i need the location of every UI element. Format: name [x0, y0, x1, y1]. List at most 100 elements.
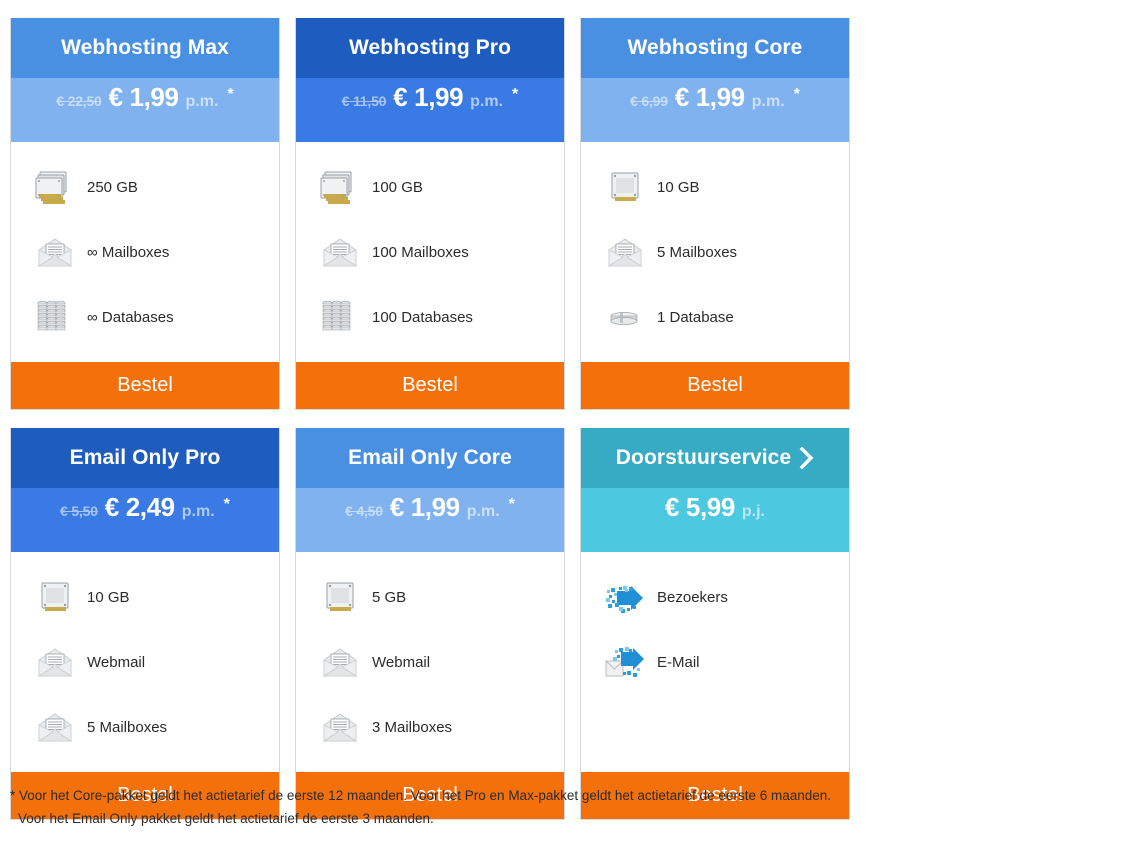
- card-title: Webhosting Pro: [348, 36, 511, 59]
- database-single-icon: [599, 306, 651, 330]
- feature-row: 5 Mailboxes: [581, 220, 849, 285]
- card-header: Email Only Pro: [11, 428, 279, 488]
- pricing-card: Webhosting Pro € 11,50 € 1,99 p.m. * 100…: [295, 18, 565, 410]
- envelope-icon: [29, 236, 81, 270]
- feature-label: Webmail: [87, 654, 146, 671]
- envelope-icon: [314, 236, 366, 270]
- card-header: Webhosting Pro: [296, 18, 564, 78]
- price-asterisk: *: [512, 86, 519, 103]
- card-price-band: € 11,50 € 1,99 p.m. *: [296, 78, 564, 142]
- feature-row: Bezoekers: [581, 565, 849, 630]
- card-title: Webhosting Max: [61, 36, 229, 59]
- pricing-page: Webhosting Max € 22,50 € 1,99 p.m. * 250…: [0, 0, 1146, 844]
- card-header: Webhosting Max: [11, 18, 279, 78]
- disk-single-icon: [314, 578, 366, 618]
- feature-row: 100 Databases: [296, 285, 564, 350]
- old-price: € 6,99: [630, 93, 668, 109]
- current-price: € 1,99: [674, 82, 745, 112]
- card-header: Doorstuurservice: [581, 428, 849, 488]
- feature-label: 250 GB: [87, 179, 138, 196]
- footnote-line-2: Voor het Email Only pakket geldt het act…: [18, 810, 434, 826]
- feature-row: 10 GB: [11, 565, 279, 630]
- feature-label: 3 Mailboxes: [372, 719, 453, 736]
- chevron-right-icon[interactable]: [799, 447, 814, 469]
- pricing-card-grid: Webhosting Max € 22,50 € 1,99 p.m. * 250…: [10, 18, 1136, 838]
- feature-row: 100 GB: [296, 155, 564, 220]
- card-title: Email Only Pro: [69, 446, 221, 469]
- envelope-icon: [29, 711, 81, 745]
- feature-label: Webmail: [372, 654, 431, 671]
- disk-stack-icon: [314, 168, 366, 208]
- order-button[interactable]: Bestel: [581, 362, 849, 409]
- feature-row: 250 GB: [11, 155, 279, 220]
- feature-row: 1 Database: [581, 285, 849, 350]
- feature-list: 10 GB Webmail 5 Mailboxes: [11, 552, 279, 772]
- card-title: Email Only Core: [348, 446, 512, 469]
- old-price: € 11,50: [341, 93, 387, 109]
- disk-single-icon: [599, 168, 651, 208]
- feature-row: ∞ Databases: [11, 285, 279, 350]
- feature-row: E-Mail: [581, 630, 849, 695]
- feature-label: Bezoekers: [657, 589, 728, 606]
- feature-row: ∞ Mailboxes: [11, 220, 279, 285]
- pricing-card: Doorstuurservice € 5,99 p.j. Bezoekers E…: [580, 428, 850, 820]
- feature-list: 100 GB 100 Mailboxes 100 Databases: [296, 142, 564, 362]
- price-period: p.m.: [470, 93, 504, 110]
- mail-forward-icon: [599, 646, 651, 680]
- card-price-band: € 5,99 p.j.: [581, 488, 849, 552]
- feature-label: 5 GB: [372, 589, 407, 606]
- feature-label: 10 GB: [87, 589, 130, 606]
- disk-stack-icon: [29, 168, 81, 208]
- feature-list: Bezoekers E-Mail: [581, 552, 849, 772]
- current-price: € 1,99: [393, 82, 464, 112]
- old-price: € 22,50: [56, 93, 102, 109]
- price-period: p.m.: [466, 503, 500, 520]
- feature-label: ∞ Databases: [87, 309, 174, 326]
- price-period: p.m.: [181, 503, 215, 520]
- feature-row: Webmail: [296, 630, 564, 695]
- database-stack-icon: [29, 298, 81, 338]
- envelope-icon: [599, 236, 651, 270]
- database-stack-icon: [314, 298, 366, 338]
- feature-label: 5 Mailboxes: [657, 244, 738, 261]
- card-header: Email Only Core: [296, 428, 564, 488]
- footnote-line-1: * Voor het Core-pakket geldt het actieta…: [10, 787, 832, 803]
- feature-list: 250 GB ∞ Mailboxes ∞ Databases: [11, 142, 279, 362]
- footnote: * Voor het Core-pakket geldt het actieta…: [10, 784, 831, 830]
- price-asterisk: *: [508, 496, 515, 513]
- card-price-band: € 6,99 € 1,99 p.m. *: [581, 78, 849, 142]
- order-button[interactable]: Bestel: [11, 362, 279, 409]
- envelope-icon: [29, 646, 81, 680]
- feature-label: E-Mail: [657, 654, 700, 671]
- current-price: € 1,99: [389, 492, 460, 522]
- pricing-card: Email Only Core € 4,50 € 1,99 p.m. * 5 G…: [295, 428, 565, 820]
- card-title: Doorstuurservice: [615, 446, 792, 469]
- pricing-card: Email Only Pro € 5,50 € 2,49 p.m. * 10 G…: [10, 428, 280, 820]
- feature-label: 100 Mailboxes: [372, 244, 469, 261]
- current-price: € 5,99: [665, 492, 735, 522]
- feature-label: 1 Database: [657, 309, 734, 326]
- forward-arrow-icon: [599, 581, 651, 615]
- pricing-card: Webhosting Max € 22,50 € 1,99 p.m. * 250…: [10, 18, 280, 410]
- pricing-card: Webhosting Core € 6,99 € 1,99 p.m. * 10 …: [580, 18, 850, 410]
- current-price: € 2,49: [104, 492, 175, 522]
- feature-list: 5 GB Webmail 3 Mailboxes: [296, 552, 564, 772]
- price-asterisk: *: [793, 86, 800, 103]
- card-header: Webhosting Core: [581, 18, 849, 78]
- feature-row: 3 Mailboxes: [296, 695, 564, 760]
- card-price-band: € 22,50 € 1,99 p.m. *: [11, 78, 279, 142]
- feature-label: 10 GB: [657, 179, 700, 196]
- feature-label: ∞ Mailboxes: [87, 244, 170, 261]
- order-button[interactable]: Bestel: [296, 362, 564, 409]
- envelope-icon: [314, 646, 366, 680]
- price-period: p.m.: [185, 93, 219, 110]
- feature-label: 100 GB: [372, 179, 423, 196]
- current-price: € 1,99: [108, 82, 179, 112]
- feature-row: 5 GB: [296, 565, 564, 630]
- feature-row: 100 Mailboxes: [296, 220, 564, 285]
- card-price-band: € 4,50 € 1,99 p.m. *: [296, 488, 564, 552]
- disk-single-icon: [29, 578, 81, 618]
- feature-label: 100 Databases: [372, 309, 473, 326]
- feature-row: 5 Mailboxes: [11, 695, 279, 760]
- price-asterisk: *: [223, 496, 230, 513]
